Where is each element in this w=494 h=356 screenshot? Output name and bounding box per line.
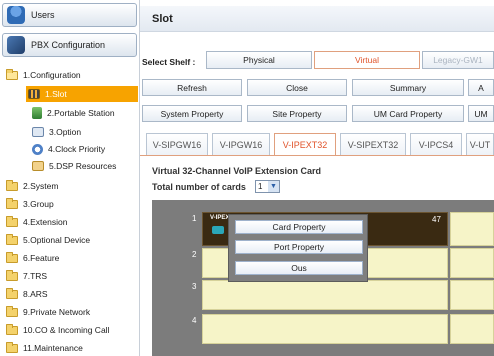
select-shelf-label: Select Shelf : xyxy=(142,57,196,67)
tree-item-label: 2.Portable Station xyxy=(47,108,115,118)
slot-count: 47 xyxy=(432,215,441,224)
tab-v-sipext32[interactable]: V-SIPEXT32 xyxy=(340,133,406,155)
ous-button[interactable]: Ous xyxy=(235,261,363,275)
shelf-virtual-button[interactable]: Virtual xyxy=(314,51,420,69)
slot-card-label: V-IPEX xyxy=(210,215,230,221)
chevron-down-icon: ▼ xyxy=(268,181,279,192)
slot-empty[interactable] xyxy=(450,212,494,246)
pbx-configuration-label: PBX Configuration xyxy=(31,40,106,50)
tree-item-label: 6.Feature xyxy=(23,253,60,263)
users-button[interactable]: Users xyxy=(2,3,137,27)
tree-item-label: 7.TRS xyxy=(23,271,48,281)
tree-item-label: 3.Group xyxy=(23,199,54,209)
total-cards-select[interactable]: 1 ▼ xyxy=(255,180,280,193)
site-property-button[interactable]: Site Property xyxy=(247,105,347,122)
tab-divider xyxy=(140,155,494,156)
slot-empty[interactable] xyxy=(450,248,494,278)
tree-item-ars[interactable]: 8.ARS xyxy=(6,286,48,302)
tree-item-optional-device[interactable]: 5.Optional Device xyxy=(6,232,90,248)
users-icon xyxy=(7,6,25,24)
portable-station-icon xyxy=(32,107,42,119)
folder-icon xyxy=(6,197,18,209)
pbx-icon xyxy=(7,36,25,54)
tree-item-dsp-resources[interactable]: 5.DSP Resources xyxy=(32,158,116,174)
slot-empty[interactable] xyxy=(450,314,494,344)
tree-item-label: 8.ARS xyxy=(23,289,48,299)
tree-item-label: 4.Clock Priority xyxy=(48,144,106,154)
tree-item-group[interactable]: 3.Group xyxy=(6,196,54,212)
shelf-legacy-gw1-button[interactable]: Legacy-GW1 xyxy=(422,51,494,69)
refresh-button[interactable]: Refresh xyxy=(142,79,242,96)
folder-icon xyxy=(6,269,18,281)
page-title: Slot xyxy=(140,6,494,32)
folder-icon xyxy=(6,179,18,191)
row-number: 2 xyxy=(192,250,197,259)
folder-icon xyxy=(6,215,18,227)
slot-empty[interactable] xyxy=(450,280,494,310)
context-menu: Card Property Port Property Ous xyxy=(228,214,368,282)
tree-item-label: 5.DSP Resources xyxy=(49,161,117,171)
tree-item-private-network[interactable]: 9.Private Network xyxy=(6,304,90,320)
tree-item-label: 9.Private Network xyxy=(23,307,91,317)
row-number: 1 xyxy=(192,214,197,223)
row-number: 4 xyxy=(192,316,197,325)
tab-v-sipgw16[interactable]: V-SIPGW16 xyxy=(146,133,208,155)
slot-empty[interactable] xyxy=(202,280,448,310)
tree-item-label: 1.Slot xyxy=(45,89,67,99)
main-panel: Slot Select Shelf : Physical Virtual Leg… xyxy=(140,0,494,356)
card-property-button[interactable]: Card Property xyxy=(235,220,363,234)
total-cards-label: Total number of cards xyxy=(152,182,246,192)
folder-icon xyxy=(6,233,18,245)
tree-item-label: 4.Extension xyxy=(23,217,68,227)
shelf-physical-button[interactable]: Physical xyxy=(206,51,312,69)
row-number: 3 xyxy=(192,282,197,291)
tree-item-feature[interactable]: 6.Feature xyxy=(6,250,59,266)
tree-item-label: 5.Optional Device xyxy=(23,235,91,245)
tree-item-slot[interactable]: 1.Slot xyxy=(26,86,138,102)
folder-icon xyxy=(6,323,18,335)
tree-item-portable-station[interactable]: 2.Portable Station xyxy=(32,105,115,121)
tree-item-configuration[interactable]: 1.Configuration xyxy=(6,67,81,83)
tab-v-ipcs4[interactable]: V-IPCS4 xyxy=(410,133,462,155)
folder-icon xyxy=(6,287,18,299)
folder-icon xyxy=(6,305,18,317)
tree-item-label: 2.System xyxy=(23,181,59,191)
total-cards-value: 1 xyxy=(258,182,263,191)
tab-v-ipext32[interactable]: V-IPEXT32 xyxy=(274,133,336,156)
folder-icon xyxy=(6,341,18,353)
card-description: Virtual 32-Channel VoIP Extension Card xyxy=(152,166,322,176)
tab-v-ut[interactable]: V-UT xyxy=(466,133,494,155)
folder-open-icon xyxy=(6,68,18,80)
system-property-button[interactable]: System Property xyxy=(142,105,242,122)
um-card-property-button[interactable]: UM Card Property xyxy=(352,105,464,122)
summary-button[interactable]: Summary xyxy=(352,79,464,96)
folder-icon xyxy=(6,251,18,263)
tree-item-label: 11.Maintenance xyxy=(23,343,83,353)
clock-icon xyxy=(32,143,43,155)
tree-item-option[interactable]: 3.Option xyxy=(32,124,81,140)
tree-item-extension[interactable]: 4.Extension xyxy=(6,214,67,230)
close-button[interactable]: Close xyxy=(247,79,347,96)
tree-item-maintenance[interactable]: 11.Maintenance xyxy=(6,340,83,356)
pbx-configuration-button[interactable]: PBX Configuration xyxy=(2,33,137,57)
tree-item-label: 3.Option xyxy=(49,127,82,137)
port-property-button[interactable]: Port Property xyxy=(235,240,363,254)
option-icon xyxy=(32,127,44,137)
tree-item-trs[interactable]: 7.TRS xyxy=(6,268,47,284)
sidebar: Users PBX Configuration 1.Configuration … xyxy=(0,0,140,356)
tree-item-label: 10.CO & Incoming Call xyxy=(23,325,110,335)
card-icon xyxy=(212,226,224,234)
tab-v-ipgw16[interactable]: V-IPGW16 xyxy=(212,133,270,155)
tree-item-clock-priority[interactable]: 4.Clock Priority xyxy=(32,141,105,157)
tree-item-label: 1.Configuration xyxy=(23,70,81,80)
tree-item-system[interactable]: 2.System xyxy=(6,178,58,194)
row1-extra-button[interactable]: A xyxy=(468,79,494,96)
users-label: Users xyxy=(31,10,55,20)
tree-item-co-incoming-call[interactable]: 10.CO & Incoming Call xyxy=(6,322,109,338)
dsp-icon xyxy=(32,161,44,171)
um-extra-button[interactable]: UM xyxy=(468,105,494,122)
slot-icon xyxy=(28,89,40,99)
slot-empty[interactable] xyxy=(202,314,448,344)
